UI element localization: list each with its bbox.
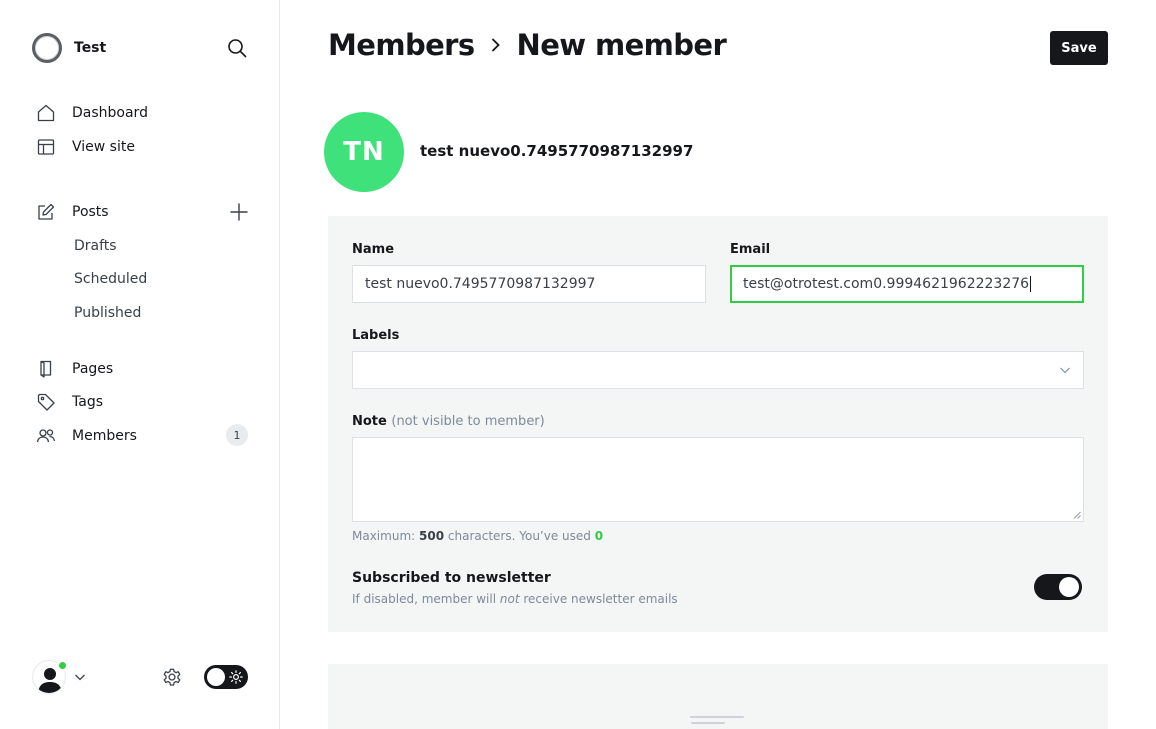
newsletter-desc-post: receive newsletter emails <box>523 592 678 606</box>
member-avatar: TN <box>324 112 404 192</box>
sidebar-item-label: Members <box>72 428 137 444</box>
online-status-dot <box>57 660 68 671</box>
newsletter-title: Subscribed to newsletter <box>352 570 551 586</box>
name-field-value: test nuevo0.7495770987132997 <box>365 276 596 292</box>
email-label: Email <box>730 242 771 257</box>
email-field-value: test@otrotest.com0.9994621962223276 <box>743 276 1030 292</box>
hint-used-count: 0 <box>594 529 604 543</box>
toggle-knob <box>207 668 225 686</box>
newsletter-description: If disabled, member will not receive new… <box>352 592 678 606</box>
layout-icon <box>37 139 55 155</box>
toggle-knob <box>1059 577 1079 597</box>
note-char-hint: Maximum: 500 characters. You’ve used 0 <box>352 529 603 543</box>
sidebar-item-label: Posts <box>72 204 109 220</box>
member-form-panel: Name test nuevo0.7495770987132997 Email … <box>328 216 1108 632</box>
sidebar-subitem-drafts[interactable]: Drafts <box>74 238 117 254</box>
chevron-down-icon <box>75 674 85 681</box>
members-icon <box>36 429 56 443</box>
activity-panel <box>328 664 1108 729</box>
pencil-square-icon <box>38 203 55 220</box>
note-label: Note (not visible to member) <box>352 414 545 429</box>
page-title: New member <box>516 28 727 62</box>
note-label-text: Note <box>352 414 387 429</box>
name-field[interactable]: test nuevo0.7495770987132997 <box>352 265 706 303</box>
night-mode-toggle[interactable] <box>204 665 248 689</box>
site-name: Test <box>74 40 107 56</box>
resize-handle-icon[interactable] <box>1073 511 1081 519</box>
house-icon <box>37 104 55 122</box>
name-label: Name <box>352 242 395 257</box>
tag-icon <box>37 393 55 411</box>
text-caret <box>1030 276 1032 292</box>
labels-label: Labels <box>352 328 400 343</box>
chevron-right-icon <box>491 38 500 52</box>
sidebar-item-view-site[interactable]: View site <box>36 135 135 159</box>
sidebar-item-label: Tags <box>72 394 103 410</box>
sidebar-item-tags[interactable]: Tags <box>36 390 103 414</box>
sidebar-item-members[interactable]: Members <box>36 424 137 448</box>
gear-icon[interactable] <box>161 666 183 688</box>
sidebar-item-label: Pages <box>72 361 114 377</box>
hint-max: 500 <box>419 529 445 543</box>
user-menu[interactable] <box>32 660 92 694</box>
newsletter-desc-pre: If disabled, member will <box>352 592 497 606</box>
site-logo <box>32 33 62 63</box>
sidebar-subitem-published[interactable]: Published <box>74 305 141 321</box>
save-button[interactable]: Save <box>1050 31 1108 65</box>
sidebar-item-dashboard[interactable]: Dashboard <box>36 101 148 125</box>
sidebar-item-label: Dashboard <box>72 105 148 121</box>
email-field[interactable]: test@otrotest.com0.9994621962223276 <box>730 265 1084 303</box>
member-display-name: test nuevo0.7495770987132997 <box>420 142 694 160</box>
sidebar-subitem-scheduled[interactable]: Scheduled <box>74 271 147 287</box>
page-icon <box>40 360 52 378</box>
sidebar-item-posts[interactable]: Posts <box>36 200 109 224</box>
hint-prefix: Maximum: <box>352 529 416 543</box>
newsletter-desc-em: not <box>499 592 520 606</box>
sidebar-item-label: View site <box>72 139 135 155</box>
sun-icon <box>229 670 243 684</box>
members-count-badge: 1 <box>226 424 248 446</box>
sidebar-item-pages[interactable]: Pages <box>36 357 113 381</box>
hint-middle: characters. You’ve used <box>447 529 591 543</box>
note-label-muted: (not visible to member) <box>391 414 545 429</box>
empty-state-lines-icon <box>690 716 744 724</box>
chevron-down-icon <box>1060 367 1070 374</box>
site-brand[interactable]: Test <box>32 33 106 63</box>
breadcrumb: Members New member <box>328 28 727 62</box>
newsletter-toggle[interactable] <box>1034 574 1082 600</box>
sidebar: Test Dashboard View site Posts Drafts Sc… <box>0 0 280 729</box>
search-icon[interactable] <box>226 37 248 59</box>
plus-icon[interactable] <box>229 202 249 222</box>
note-textarea[interactable] <box>352 437 1084 522</box>
breadcrumb-parent-link[interactable]: Members <box>328 28 475 62</box>
labels-select[interactable] <box>352 351 1084 389</box>
